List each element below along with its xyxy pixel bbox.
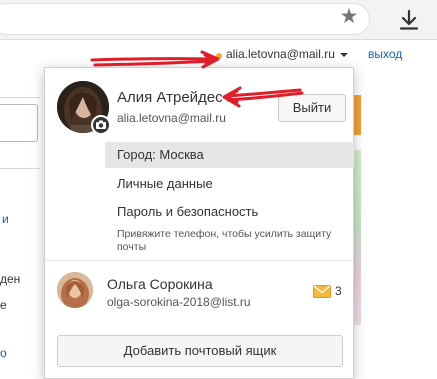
unread-count: 3 <box>335 284 342 298</box>
sidebar-link-fragment[interactable]: и <box>2 212 9 226</box>
search-box-fragment[interactable] <box>0 104 38 142</box>
sidebar-text-fragment: е <box>0 298 7 312</box>
star-icon[interactable]: ★ <box>338 6 360 28</box>
divider <box>45 260 353 261</box>
sidebar-text-fragment: ден <box>0 272 21 286</box>
profile-name: Алия Атрейдес <box>117 89 223 106</box>
account-dropdown: Алия Атрейдес alia.letovna@mail.ru Выйти… <box>44 67 354 379</box>
other-account-email[interactable]: olga-sorokina-2018@list.ru <box>107 295 251 309</box>
menu-item-city[interactable]: Город: Москва <box>105 142 354 168</box>
profile-email: alia.letovna@mail.ru <box>117 111 226 125</box>
security-hint: Привяжите телефон, чтобы усилить защиту … <box>117 228 332 253</box>
sidebar-link-fragment[interactable]: о <box>0 346 7 360</box>
browser-toolbar: ★ <box>0 0 437 40</box>
menu-item-password-security[interactable]: Пароль и безопасность <box>105 199 354 225</box>
status-dot <box>216 53 222 59</box>
logout-link[interactable]: выход <box>368 47 402 61</box>
envelope-icon <box>313 285 331 298</box>
address-bar[interactable] <box>0 3 370 35</box>
other-account-name[interactable]: Ольга Сорокина <box>107 276 213 292</box>
divider <box>0 97 40 98</box>
menu-item-personal-data[interactable]: Личные данные <box>105 171 354 197</box>
caret-down-icon[interactable] <box>340 53 348 57</box>
download-icon[interactable] <box>397 8 421 32</box>
avatar[interactable] <box>57 272 93 308</box>
logout-button[interactable]: Выйти <box>278 94 346 122</box>
camera-icon[interactable] <box>91 115 111 135</box>
user-menu-toggle[interactable]: alia.letovna@mail.ru <box>226 47 335 61</box>
add-mailbox-button[interactable]: Добавить почтовый ящик <box>57 335 343 367</box>
divider <box>0 168 40 169</box>
